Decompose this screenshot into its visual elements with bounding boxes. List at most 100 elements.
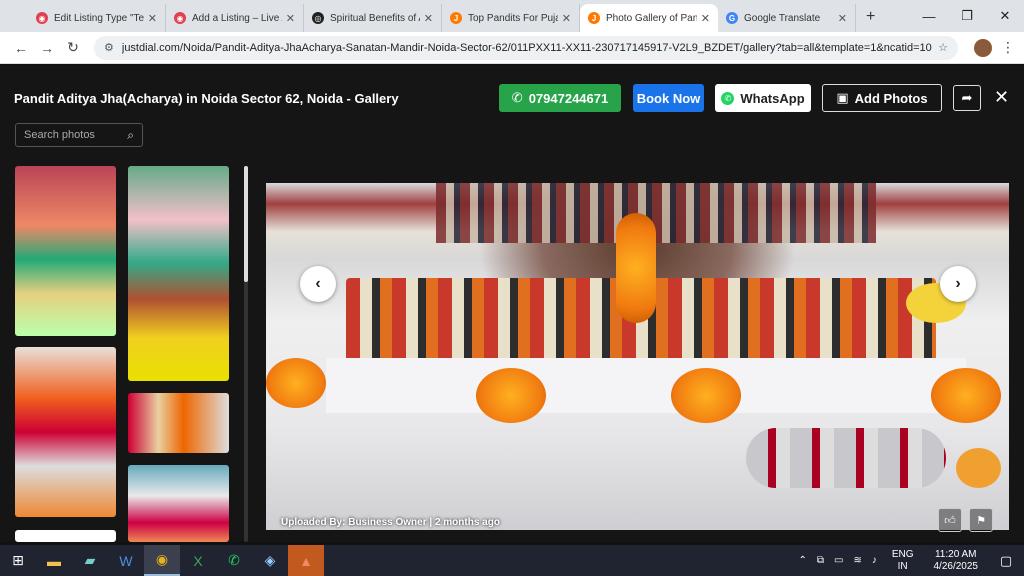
- forward-icon[interactable]: →: [34, 40, 60, 56]
- photo-marigold: [476, 368, 546, 423]
- chevron-left-icon: ‹: [315, 275, 321, 292]
- tab-google-translate[interactable]: G Google Translate ✕: [718, 4, 856, 32]
- browser-menu-icon[interactable]: ⋮: [1000, 39, 1016, 56]
- whatsapp-taskbar-icon[interactable]: ✆: [216, 545, 252, 576]
- search-icon[interactable]: ⌕: [127, 128, 134, 143]
- tab-photo-gallery[interactable]: J Photo Gallery of Pand ✕: [580, 4, 718, 32]
- photo-marigold: [931, 368, 1001, 423]
- gallery-title: Pandit Aditya Jha(Acharya) in Noida Sect…: [14, 91, 399, 106]
- tray-chevron-icon[interactable]: ⌃: [798, 555, 806, 566]
- windows-taskbar: ⊞ ▬ ▰ W ◉ X ✆ ◈ ▲ ⌃ ⧉ ▭ ≋ ♪ ENG IN 11:20…: [0, 545, 1024, 576]
- translate-favicon-icon: G: [726, 12, 738, 24]
- lang-top: ENG: [891, 548, 914, 560]
- new-tab-button[interactable]: +: [866, 8, 875, 26]
- close-tab-icon[interactable]: ✕: [701, 12, 710, 25]
- lang-bottom: IN: [897, 560, 908, 572]
- url-text[interactable]: justdial.com/Noida/Pandit-Aditya-JhaAcha…: [122, 42, 932, 54]
- clock-date: 4/26/2025: [933, 560, 979, 572]
- tab-title: Photo Gallery of Pand: [606, 12, 697, 24]
- share-icon: ➦: [961, 90, 973, 105]
- battery-icon[interactable]: ▭: [834, 555, 843, 566]
- add-photos-button[interactable]: ▣ Add Photos: [822, 84, 942, 112]
- call-button[interactable]: ✆ 07947244671: [499, 84, 621, 112]
- window-controls: — ❐ ✕: [910, 0, 1024, 32]
- close-gallery-icon[interactable]: ✕: [994, 87, 1009, 108]
- book-now-button[interactable]: Book Now: [633, 84, 704, 112]
- previous-photo-button[interactable]: ‹: [300, 266, 336, 302]
- chevron-right-icon: ›: [955, 275, 961, 292]
- add-photos-label: Add Photos: [854, 90, 928, 106]
- site-info-icon[interactable]: ⚙: [104, 41, 114, 54]
- gallery-thumbnail-selected[interactable]: [15, 530, 116, 542]
- search-photos-box[interactable]: ⌕: [15, 123, 143, 147]
- tab-title: Spiritual Benefits of A: [330, 12, 420, 24]
- uploaded-by-text: Uploaded By: Business Owner | 2 months a…: [281, 517, 500, 528]
- close-window-icon[interactable]: ✕: [986, 8, 1024, 24]
- photo-rug: [436, 183, 876, 243]
- url-omnibox[interactable]: ⚙ justdial.com/Noida/Pandit-Aditya-JhaAc…: [94, 35, 958, 60]
- whatsapp-label: WhatsApp: [740, 90, 805, 106]
- thumbs-up-icon: 👍︎: [944, 514, 956, 527]
- tab-edit-listing[interactable]: ◉ Edit Listing Type "Te ✕: [28, 4, 166, 32]
- photo-marigold: [616, 213, 656, 323]
- tab-spiritual-benefits[interactable]: ◎ Spiritual Benefits of A ✕: [304, 4, 442, 32]
- notes-app-icon[interactable]: ▰: [72, 545, 108, 576]
- profile-avatar[interactable]: [974, 38, 992, 57]
- excel-icon[interactable]: X: [180, 545, 216, 576]
- volume-icon[interactable]: ♪: [872, 555, 877, 566]
- chrome-icon[interactable]: ◉: [144, 545, 180, 576]
- photo-app-icon[interactable]: ▲: [288, 545, 324, 576]
- main-gallery-photo: [266, 183, 1009, 530]
- search-photos-input[interactable]: [24, 129, 128, 141]
- tab-title: Add a Listing – Live A: [192, 12, 282, 24]
- gallery-thumbnail[interactable]: [15, 166, 116, 336]
- tab-title: Edit Listing Type "Te: [54, 12, 144, 24]
- report-button[interactable]: ⚑: [969, 508, 993, 532]
- thumbnail-scrollbar[interactable]: [244, 166, 248, 542]
- app-taskbar-icon[interactable]: ◈: [252, 545, 288, 576]
- wifi-icon[interactable]: ≋: [853, 555, 861, 566]
- clock[interactable]: 11:20 AM 4/26/2025: [929, 549, 984, 573]
- word-icon[interactable]: W: [108, 545, 144, 576]
- bookmark-star-icon[interactable]: ☆: [938, 41, 948, 54]
- gallery-thumbnail[interactable]: [128, 465, 229, 542]
- tab-favicon-icon: ◉: [36, 12, 48, 24]
- like-button[interactable]: 👍︎: [938, 508, 962, 532]
- justdial-favicon-icon: J: [450, 12, 462, 24]
- close-tab-icon[interactable]: ✕: [148, 12, 157, 25]
- tab-favicon-icon: ◉: [174, 12, 186, 24]
- tab-favicon-icon: ◎: [312, 12, 324, 24]
- reload-icon[interactable]: ↻: [60, 39, 86, 56]
- justdial-favicon-icon: J: [588, 12, 600, 24]
- photo-plates: [746, 428, 946, 488]
- photo-fruit: [956, 448, 1001, 488]
- close-tab-icon[interactable]: ✕: [286, 12, 295, 25]
- language-indicator[interactable]: ENG IN: [887, 549, 919, 573]
- system-tray: ⌃ ⧉ ▭ ≋ ♪ ENG IN 11:20 AM 4/26/2025 ▢: [793, 545, 1024, 576]
- minimize-icon[interactable]: —: [910, 9, 948, 24]
- phone-icon: ✆: [511, 90, 523, 105]
- close-tab-icon[interactable]: ✕: [562, 12, 571, 25]
- next-photo-button[interactable]: ›: [940, 266, 976, 302]
- close-tab-icon[interactable]: ✕: [838, 12, 847, 25]
- close-tab-icon[interactable]: ✕: [424, 12, 433, 25]
- file-explorer-icon[interactable]: ▬: [36, 545, 72, 576]
- photo-marigold: [266, 358, 326, 408]
- restore-icon[interactable]: ❐: [948, 8, 986, 24]
- back-icon[interactable]: ←: [8, 40, 34, 56]
- phone-number: 07947244671: [528, 90, 609, 106]
- photo-marigold: [671, 368, 741, 423]
- flag-icon: ⚑: [976, 514, 986, 527]
- share-button[interactable]: ➦: [953, 85, 981, 111]
- gallery-thumbnail[interactable]: [128, 393, 229, 453]
- gallery-overlay: Pandit Aditya Jha(Acharya) in Noida Sect…: [0, 65, 1024, 542]
- whatsapp-button[interactable]: ✆ WhatsApp: [715, 84, 811, 112]
- gallery-thumbnail[interactable]: [15, 347, 116, 517]
- notification-icon[interactable]: ▢: [993, 545, 1019, 576]
- tray-device-icon[interactable]: ⧉: [817, 555, 824, 566]
- tab-top-pandits[interactable]: J Top Pandits For Puja ✕: [442, 4, 580, 32]
- windows-start-icon[interactable]: ⊞: [0, 545, 36, 576]
- tab-add-listing[interactable]: ◉ Add a Listing – Live A ✕: [166, 4, 304, 32]
- scrollbar-thumb[interactable]: [244, 166, 248, 282]
- gallery-thumbnail[interactable]: [128, 166, 229, 381]
